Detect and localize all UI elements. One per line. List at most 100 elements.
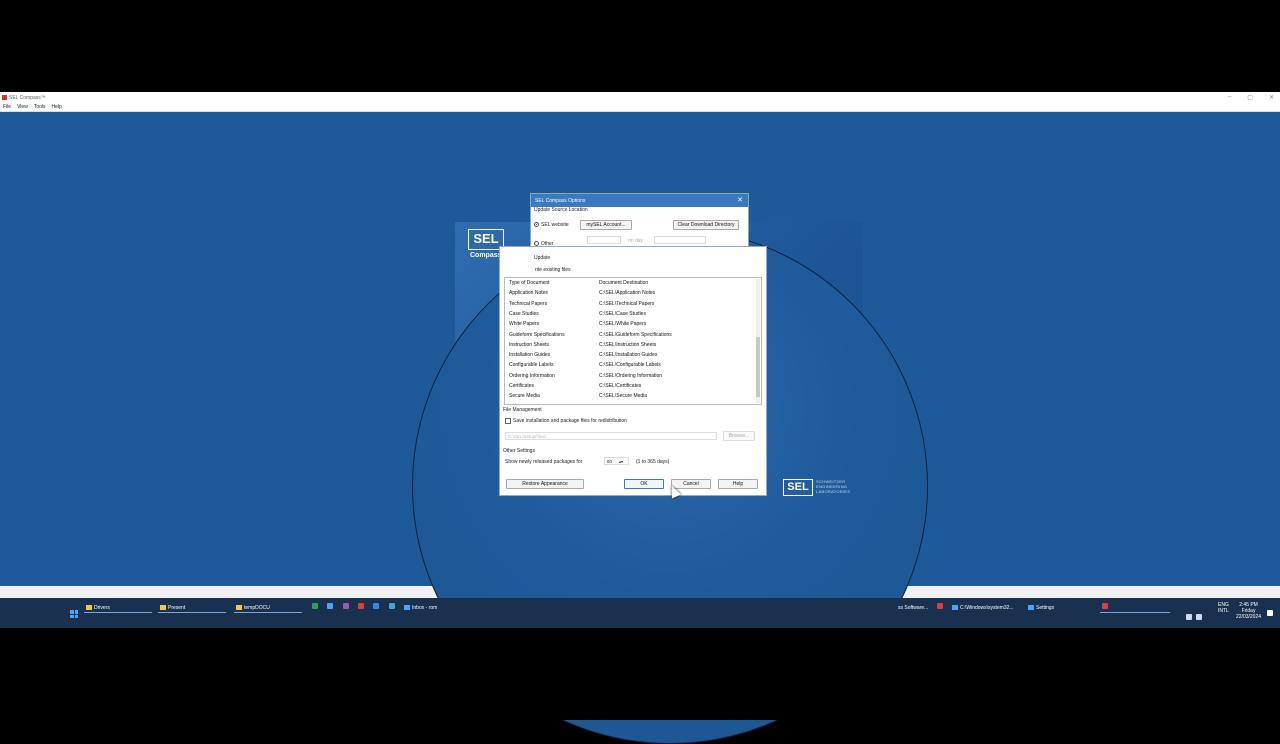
taskbar-item-cmd[interactable]: C:\Windows\system32... — [952, 603, 1014, 612]
app-icon[interactable] — [343, 603, 349, 609]
table-cell-path: C:\SEL\Guideform Specifications — [599, 331, 672, 338]
taskbar-label: Settings — [1036, 604, 1055, 611]
table-row[interactable]: Configurable Labels C:\SEL\Configurable … — [509, 360, 754, 370]
table-cell-type: Configurable Labels — [509, 362, 554, 369]
table-cell-type: Ordering Information — [509, 372, 555, 379]
table-row[interactable]: Instruction Sheets C:\SEL\Instruction Sh… — [509, 340, 754, 350]
minimize-icon[interactable]: – — [1228, 94, 1231, 101]
sel-website-label: SEL website — [541, 222, 569, 228]
restore-appearance-button[interactable]: Restore Appearance — [506, 479, 584, 489]
company-name: SCHWEITZER ENGINEERING LABORATORIES — [816, 479, 850, 494]
edge-icon[interactable] — [373, 603, 379, 609]
day-select[interactable] — [654, 236, 706, 244]
table-cell-path: C:\SEL\Technical Papers — [599, 300, 655, 307]
save-install-label: Save installation and package files for … — [513, 418, 627, 424]
letterbox-bottom — [0, 628, 1280, 720]
save-install-checkbox[interactable] — [505, 418, 511, 424]
sel-website-radio[interactable] — [534, 222, 539, 227]
network-icon[interactable] — [1186, 614, 1192, 620]
table-row[interactable]: Installation Guides C:\SEL\Installation … — [509, 350, 754, 360]
table-row[interactable]: Application Notes C:\SEL\Application Not… — [509, 288, 754, 298]
menu-help[interactable]: Help — [52, 104, 62, 110]
clear-download-button[interactable]: Clear Download Directory — [673, 220, 739, 230]
taskbar-item-inbox[interactable]: Inbox - rom — [404, 603, 437, 612]
document-destination-table: Type of Document Document Destination Ap… — [504, 277, 762, 405]
table-row[interactable]: Secure Media C:\SEL\Secure Media — [509, 391, 754, 401]
notification-icon[interactable] — [1267, 610, 1273, 616]
app-icon[interactable] — [389, 603, 395, 609]
close-icon[interactable]: ✕ — [1269, 94, 1274, 101]
table-cell-type: Technical Papers — [509, 300, 548, 307]
days-value: 60 — [607, 458, 613, 464]
table-cell-path: C:\SEL\Installation Guides — [599, 352, 658, 359]
app-icon[interactable] — [1102, 603, 1108, 609]
table-scrollbar[interactable] — [756, 279, 760, 403]
terminal-icon — [952, 605, 958, 610]
taskbar-indicator — [1100, 612, 1170, 613]
taskbar-indicator — [158, 612, 226, 613]
table-row[interactable]: Guideform Specifications C:\SEL\Guidefor… — [509, 330, 754, 340]
taskbar-item-drivers[interactable]: Drivers — [86, 603, 110, 612]
show-new-label: Show newly released packages for — [505, 459, 583, 465]
table-row[interactable]: White Papers C:\SEL\White Papers — [509, 319, 754, 329]
table-cell-path: C:\SEL\Secure Media — [599, 393, 648, 400]
table-cell-type: Instruction Sheets — [509, 341, 550, 348]
table-cell-path: C:\SEL\Instruction Sheets — [599, 341, 657, 348]
table-row[interactable]: Case Studies C:\SEL\Case Studies — [509, 309, 754, 319]
table-cell-path: C:\SEL\Certificates — [599, 383, 642, 389]
scrollbar-thumb[interactable] — [756, 337, 760, 397]
taskbar-label: Drivers — [94, 604, 110, 611]
app-icon[interactable] — [358, 603, 364, 609]
clock[interactable]: 2:45 PM Friday 22/03/2024 — [1236, 602, 1261, 620]
language-indicator[interactable]: ENG INTL — [1218, 602, 1229, 614]
volume-icon[interactable] — [1196, 614, 1202, 620]
app-icon[interactable] — [937, 603, 943, 609]
window-controls: – ▢ ✕ — [1228, 94, 1274, 101]
mysel-account-button[interactable]: mySEL Account... — [580, 220, 632, 230]
folder-icon — [86, 605, 92, 610]
other-settings-label: Other Settings — [503, 448, 535, 454]
browse-button[interactable]: Browse... — [723, 431, 755, 441]
taskbar-label: Present — [168, 604, 186, 611]
taskbar-item-present[interactable]: Present — [160, 603, 185, 612]
help-button[interactable]: Help — [718, 479, 758, 489]
excel-icon[interactable] — [312, 603, 318, 609]
folder-icon — [160, 605, 166, 610]
clock-date: 22/03/2024 — [1236, 614, 1262, 620]
app-logo-icon — [2, 95, 7, 100]
app-icon[interactable] — [327, 603, 333, 609]
table-row[interactable]: Technical Papers C:\SEL\Technical Papers — [509, 299, 754, 309]
column-header-destination: Document Destination — [599, 280, 649, 286]
taskbar-item-software[interactable]: ss Software... — [898, 603, 928, 612]
update-source-label: Update Source Location — [534, 207, 588, 213]
lang-layout: INTL — [1218, 608, 1229, 614]
menu-view[interactable]: View — [17, 104, 28, 110]
interval-field[interactable] — [587, 236, 621, 244]
maximize-icon[interactable]: ▢ — [1247, 94, 1253, 101]
table-cell-path: C:\SEL\Case Studies — [599, 310, 646, 317]
taskbar-label: Inbox - rom — [412, 604, 438, 611]
company-name-line: LABORATORIES — [816, 489, 851, 494]
table-cell-type: Certificates — [509, 383, 535, 389]
overwrite-files-label: rite existing files — [535, 267, 571, 273]
app-title: SEL Compass™ — [9, 94, 46, 101]
letterbox-top — [0, 0, 1280, 92]
taskbar-indicator — [84, 612, 152, 613]
table-cell-path: C:\SEL\Configurable Labels — [599, 362, 661, 369]
taskbar-item-tempdocu[interactable]: tempDOCU — [236, 603, 270, 612]
days-stepper[interactable]: 60 ▴▾ — [604, 457, 629, 465]
folder-icon — [236, 605, 242, 610]
menu-file[interactable]: File — [3, 104, 11, 110]
stepper-arrows-icon[interactable]: ▴▾ — [619, 459, 623, 464]
days-range-label: (1 to 365 days) — [636, 459, 670, 465]
table-row[interactable]: Certificates C:\SEL\Certificates — [509, 381, 754, 391]
dialog-close-icon[interactable]: ✕ — [737, 196, 743, 204]
setup-path-field[interactable]: C:\SEL\SetupFiles\ — [505, 432, 717, 440]
table-cell-path: C:\SEL\White Papers — [599, 321, 647, 328]
ok-button[interactable]: OK — [624, 479, 664, 489]
start-icon[interactable] — [70, 610, 78, 618]
menu-tools[interactable]: Tools — [34, 104, 46, 110]
table-cell-path: C:\SEL\Application Notes — [599, 290, 656, 297]
taskbar-item-settings[interactable]: Settings — [1028, 603, 1054, 612]
table-row[interactable]: Ordering Information C:\SEL\Ordering Inf… — [509, 371, 754, 381]
